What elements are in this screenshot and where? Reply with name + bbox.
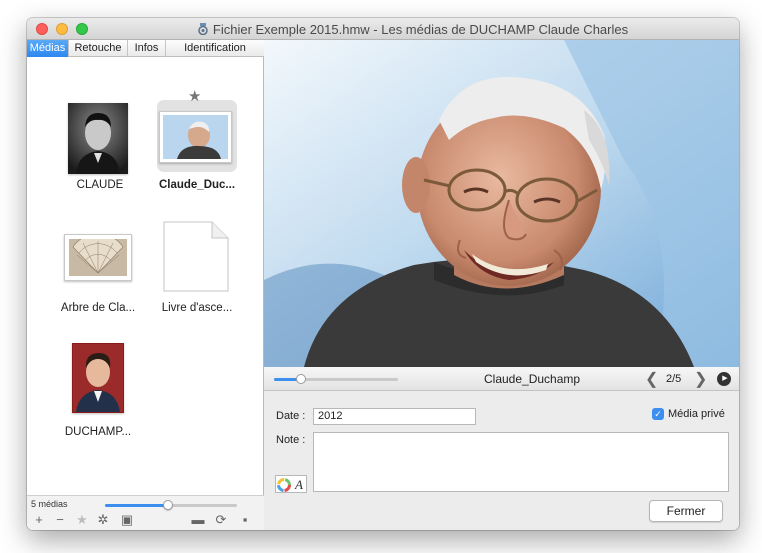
gallery-icon[interactable]: ▣ xyxy=(120,513,134,527)
media-thumbnail-livre[interactable] xyxy=(162,221,230,292)
media-window: Fichier Exemple 2015.hmw - Les médias de… xyxy=(27,18,739,530)
note-label: Note : xyxy=(276,434,306,446)
tab-bar: Médias Retouche Infos Identification xyxy=(27,40,264,57)
previous-media-icon[interactable]: ❮ xyxy=(645,369,658,389)
date-field[interactable]: 2012 xyxy=(313,408,476,425)
zoom-slider-knob[interactable] xyxy=(296,374,307,384)
text-format-controls: A xyxy=(275,475,307,493)
slider-knob[interactable] xyxy=(163,500,174,510)
private-media-checkbox[interactable]: ✓ xyxy=(652,408,664,420)
play-icon[interactable]: ▶ xyxy=(717,372,731,386)
zoom-slider[interactable] xyxy=(274,374,398,384)
document-proxy-icon xyxy=(198,23,208,35)
font-style-icon[interactable]: A xyxy=(295,477,303,493)
maximize-window-button[interactable] xyxy=(76,23,88,35)
media-label: Livre d'asce... xyxy=(161,302,233,314)
portrait-bw-photo xyxy=(68,103,128,174)
browser-footer: 5 médias + − ★ ✲ ▣ ▬ ⟳ ▪ xyxy=(27,495,264,530)
portrait-photo xyxy=(264,40,739,367)
media-count: 5 médias xyxy=(31,499,68,509)
media-name: Claude_Duchamp xyxy=(484,372,581,386)
media-preview-image[interactable] xyxy=(264,40,739,367)
tab-identification[interactable]: Identification xyxy=(166,40,264,57)
window-title: Fichier Exemple 2015.hmw - Les médias de… xyxy=(212,22,629,37)
minimize-window-button[interactable] xyxy=(56,23,68,35)
folder-icon[interactable]: ▬ xyxy=(191,513,205,527)
note-textarea[interactable] xyxy=(313,432,729,492)
star-icon[interactable]: ★ xyxy=(75,513,89,527)
media-thumbnail-claude[interactable] xyxy=(68,103,128,174)
portrait-color-photo xyxy=(163,115,228,159)
media-label: Arbre de Cla... xyxy=(60,302,136,314)
next-media-icon[interactable]: ❯ xyxy=(694,369,707,389)
date-label: Date : xyxy=(276,410,306,422)
close-window-button[interactable] xyxy=(36,23,48,35)
thumbnail-size-slider[interactable] xyxy=(105,500,237,510)
tab-retouche[interactable]: Retouche xyxy=(69,40,128,57)
color-wheel-icon[interactable] xyxy=(276,476,308,494)
media-details-form: Date : 2012 ✓ Média privé Note : A Ferme… xyxy=(264,391,739,530)
favorite-star-icon[interactable]: ★ xyxy=(188,87,201,105)
remove-icon[interactable]: − xyxy=(53,513,67,527)
media-browser-panel: Médias Retouche Infos Identification ★ C… xyxy=(27,40,264,530)
media-label-selected: Claude_Duc... xyxy=(158,179,236,191)
media-thumbnail-duchamp[interactable] xyxy=(72,343,124,413)
tab-medias[interactable]: Médias xyxy=(27,40,69,57)
window-title-wrap: Fichier Exemple 2015.hmw - Les médias de… xyxy=(97,22,729,37)
private-media-label[interactable]: Média privé xyxy=(668,408,725,420)
portrait-young-photo xyxy=(73,344,123,412)
blank-document-icon xyxy=(163,221,229,292)
title-bar: Fichier Exemple 2015.hmw - Les médias de… xyxy=(27,18,739,40)
page-indicator: 2/5 xyxy=(666,373,682,385)
media-thumbnail-claude-duchamp[interactable] xyxy=(159,111,232,163)
media-label: DUCHAMP... xyxy=(64,426,132,438)
tab-infos[interactable]: Infos xyxy=(128,40,166,57)
viewer-control-bar: Claude_Duchamp ❮ 2/5 ❯ ▶ xyxy=(264,367,739,391)
media-thumbnail-arbre[interactable] xyxy=(64,233,132,281)
save-icon[interactable]: ▪ xyxy=(238,513,252,527)
slider-fill xyxy=(105,504,169,507)
family-tree-image xyxy=(69,233,127,276)
gear-icon[interactable]: ✲ xyxy=(96,513,110,527)
close-button[interactable]: Fermer xyxy=(649,500,723,522)
media-label: CLAUDE xyxy=(76,179,124,191)
refresh-icon[interactable]: ⟳ xyxy=(214,513,228,527)
add-icon[interactable]: + xyxy=(32,513,46,527)
